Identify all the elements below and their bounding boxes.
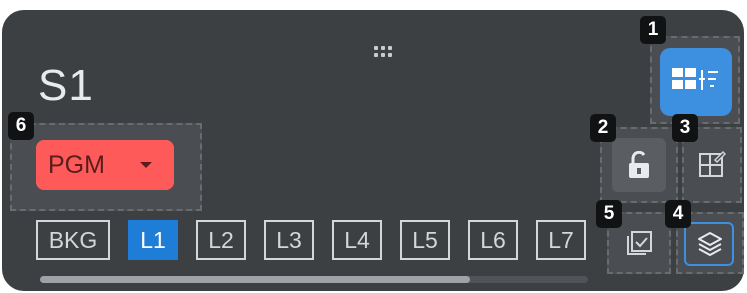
drag-handle-icon[interactable] xyxy=(374,46,396,62)
layer-button-l1[interactable]: L1 xyxy=(128,220,178,260)
layout-edit-button[interactable] xyxy=(690,140,734,190)
layers-icon xyxy=(696,230,724,258)
badge-6: 6 xyxy=(8,112,34,140)
layer-tabs: BKG L1 L2 L3 L4 L5 L6 L7 xyxy=(36,220,586,260)
layer-button-l7[interactable]: L7 xyxy=(536,220,586,260)
layer-button-l4[interactable]: L4 xyxy=(332,220,382,260)
badge-4: 4 xyxy=(665,200,691,228)
layer-button-l3[interactable]: L3 xyxy=(264,220,314,260)
lock-toggle-button[interactable] xyxy=(612,138,666,192)
output-dropdown[interactable]: PGM xyxy=(36,140,174,190)
badge-5: 5 xyxy=(596,200,622,228)
layout-edit-icon xyxy=(698,150,726,178)
layer-button-l2[interactable]: L2 xyxy=(196,220,246,260)
copy-check-button[interactable] xyxy=(617,222,661,266)
badge-2: 2 xyxy=(590,114,616,142)
copy-check-icon xyxy=(625,230,653,258)
caret-down-icon xyxy=(140,162,152,168)
panel-title: S1 xyxy=(38,61,94,110)
scrollbar-thumb[interactable] xyxy=(40,276,470,283)
badge-3: 3 xyxy=(672,114,698,142)
layout-settings-icon xyxy=(672,66,720,98)
layer-button-l5[interactable]: L5 xyxy=(400,220,450,260)
layer-button-bkg[interactable]: BKG xyxy=(36,220,110,260)
layer-button-l6[interactable]: L6 xyxy=(468,220,518,260)
badge-1: 1 xyxy=(640,16,666,44)
layout-settings-button[interactable] xyxy=(660,48,732,116)
layers-button[interactable] xyxy=(684,222,734,266)
horizontal-scrollbar[interactable] xyxy=(40,276,588,283)
output-dropdown-value: PGM xyxy=(48,151,105,179)
unlock-icon xyxy=(627,151,651,179)
